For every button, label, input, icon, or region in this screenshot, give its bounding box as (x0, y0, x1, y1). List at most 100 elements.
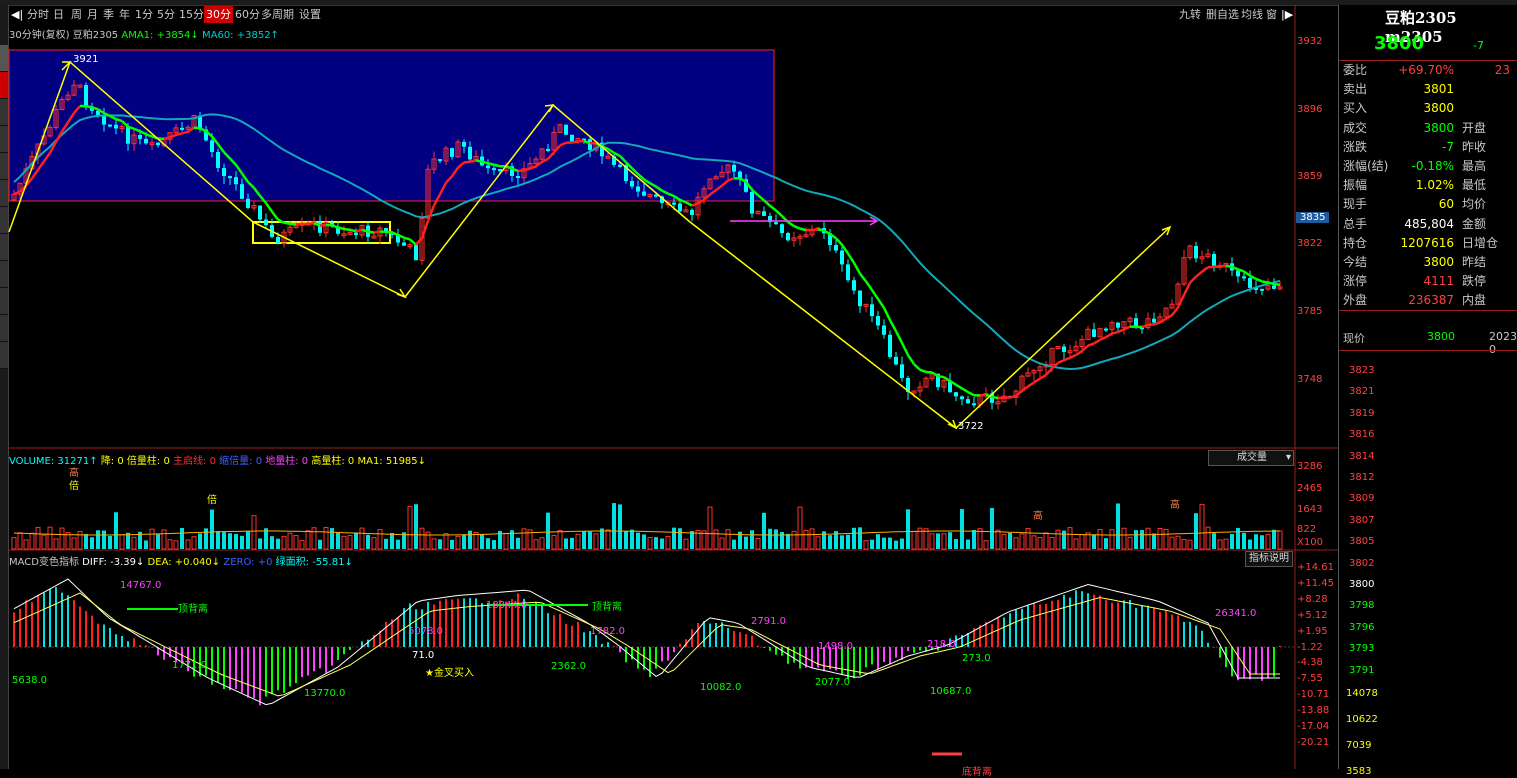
volume-bar (1134, 530, 1138, 549)
quote-value: 1.02% (1416, 176, 1454, 195)
chart-canvas[interactable] (0, 0, 1517, 769)
volume-bars (12, 503, 1282, 549)
volume-bar (408, 507, 412, 549)
ama-segment (1076, 351, 1082, 355)
volume-bar (546, 513, 550, 549)
ama-segment (1166, 315, 1172, 319)
mini-price-tick: 3800 (1349, 579, 1374, 590)
volume-bar (1194, 513, 1198, 549)
volume-unit: X100 (1297, 537, 1323, 548)
volume-bar (678, 528, 682, 549)
candle-body (1212, 254, 1216, 266)
ama-segment (572, 142, 578, 143)
volume-bar (1086, 533, 1090, 549)
volume-bar (216, 531, 220, 549)
volume-bar (396, 540, 400, 549)
intraday-date: 2023-0 (1489, 330, 1517, 356)
volume-bar (1080, 534, 1084, 549)
ama-segment (692, 203, 698, 205)
volume-bar (534, 540, 538, 549)
mini-volume-tick: 3583 (1346, 766, 1371, 777)
volume-bar (372, 538, 376, 549)
range-box (9, 50, 774, 201)
candle-body (570, 135, 574, 142)
volume-bar (1140, 530, 1144, 549)
volume-bar (348, 536, 352, 549)
volume-bar (318, 540, 322, 549)
volume-bar (312, 528, 316, 549)
indicator-help-button[interactable]: 指标说明 (1245, 551, 1293, 567)
volume-bar (600, 528, 604, 549)
volume-bar (804, 530, 808, 549)
candle-body (636, 187, 640, 192)
volume-bar (672, 528, 676, 549)
ama-segment (482, 162, 488, 164)
volume-bar (990, 508, 994, 549)
quote-label: 涨跌 (1343, 138, 1367, 157)
volume-bar (660, 539, 664, 549)
candle-body (318, 222, 322, 233)
macd-annotation: 2362.0 (551, 661, 586, 672)
volume-bar (114, 512, 118, 549)
volume-bar (144, 540, 148, 549)
candle-body (468, 147, 472, 160)
volume-bar (234, 534, 238, 549)
volume-indicator-dropdown[interactable]: 成交量 ▾ (1208, 450, 1294, 466)
ama-segment (86, 106, 92, 107)
volume-bar (756, 538, 760, 549)
volume-bar (594, 534, 598, 549)
macd-annotation: 13770.0 (304, 688, 345, 699)
ama-segment (518, 170, 524, 171)
volume-bar (876, 534, 880, 549)
high-label: 3921 (73, 54, 98, 65)
volume-bar (1230, 534, 1234, 549)
ama-segment (1172, 307, 1178, 315)
ama-segment (344, 229, 350, 230)
candle-body (876, 316, 880, 325)
volume-bar (198, 533, 202, 549)
volume-bar (354, 532, 358, 549)
candle-body (492, 168, 496, 170)
volume-value: VOLUME: 31271↑ (9, 456, 98, 467)
current-price-tag: 3835 (1296, 212, 1329, 223)
ama-segment (1094, 340, 1100, 344)
macd-annotation: 10082.0 (700, 682, 741, 693)
volume-bar (1020, 534, 1024, 549)
volume-bar (54, 539, 58, 549)
volume-bar (606, 530, 610, 549)
candle-body (240, 184, 244, 199)
ama-segment (1058, 360, 1064, 363)
candle-body (1062, 346, 1066, 351)
price-tick: 3748 (1297, 374, 1322, 385)
ama-segment (332, 225, 338, 227)
volume-bar (888, 538, 892, 549)
quote-label: 涨停 (1343, 272, 1367, 291)
volume-bar (390, 533, 394, 549)
ama-segment (416, 238, 422, 245)
macd-annotation: 5638.0 (12, 675, 47, 686)
volume-bar (720, 538, 724, 549)
ama-segment (1022, 386, 1028, 391)
quote-row: 外盘236387内盘 (1341, 291, 1516, 310)
candle-body (888, 335, 892, 357)
volume-bar (516, 538, 520, 549)
volume-bar (564, 538, 568, 549)
volume-bar (1056, 530, 1060, 549)
volume-bar (492, 540, 496, 549)
volume-bar (936, 533, 940, 549)
volume-bar (1242, 533, 1246, 549)
quote-label: 持仓 (1343, 234, 1367, 253)
ama-segment (1040, 375, 1046, 379)
volume-bar (768, 529, 772, 549)
quote-row: 涨幅(结)-0.18%最高 (1341, 157, 1516, 176)
volume-bar (744, 537, 748, 549)
candle-body (834, 245, 838, 251)
candle-body (786, 233, 790, 240)
quote-extra: 内盘 (1462, 291, 1486, 310)
candle-body (894, 357, 898, 364)
volume-bar (1176, 536, 1180, 549)
ama-segment (1202, 267, 1208, 271)
volume-bar (78, 531, 82, 549)
quote-row: 总手485,804金额 (1341, 215, 1516, 234)
volume-bar (552, 535, 556, 549)
